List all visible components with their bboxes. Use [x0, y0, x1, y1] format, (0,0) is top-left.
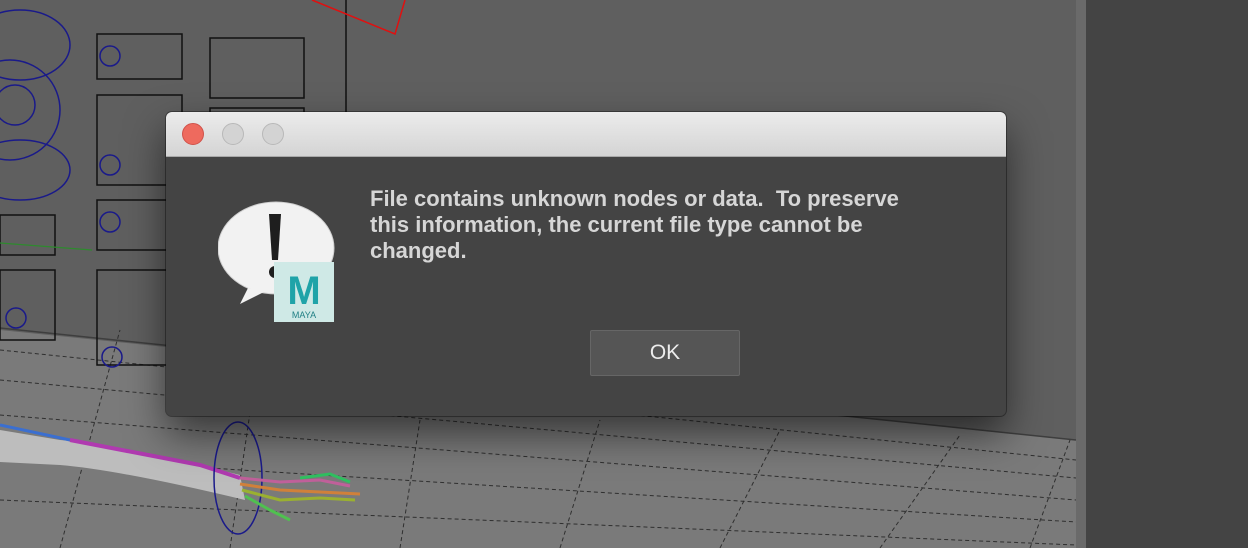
dialog-titlebar[interactable]: [166, 112, 1006, 157]
minimize-icon[interactable]: [222, 123, 244, 145]
maya-badge-letter: M: [287, 269, 320, 313]
close-icon[interactable]: [182, 123, 204, 145]
viewport-side-divider: [1076, 0, 1086, 548]
maya-badge-text: MAYA: [292, 310, 316, 320]
exclamation-alert-icon: M MAYA: [218, 201, 335, 322]
side-panel: [1086, 0, 1248, 548]
dialog-message: File contains unknown nodes or data. To …: [370, 186, 899, 263]
ok-button[interactable]: OK: [590, 330, 740, 376]
maya-app-icon: M MAYA: [274, 262, 334, 322]
alert-dialog: M MAYA File contains unknown nodes or da…: [166, 112, 1006, 416]
maximize-icon[interactable]: [262, 123, 284, 145]
